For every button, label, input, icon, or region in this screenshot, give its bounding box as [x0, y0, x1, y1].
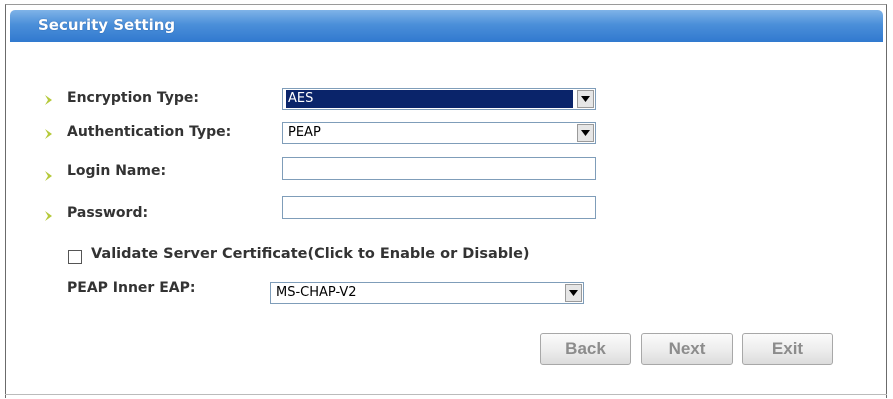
login-name-label: Login Name: — [67, 163, 167, 179]
dropdown-arrow-icon[interactable] — [577, 90, 594, 108]
dropdown-arrow-icon[interactable] — [577, 124, 594, 142]
login-name-input[interactable] — [282, 157, 596, 180]
encryption-type-value: AES — [286, 90, 573, 108]
panel-title: Security Setting — [38, 16, 176, 34]
peap-inner-eap-select[interactable]: MS-CHAP-V2 — [270, 282, 584, 304]
bullet-arrow-icon — [45, 129, 52, 139]
next-button[interactable]: Next — [641, 333, 733, 365]
peap-inner-eap-label: PEAP Inner EAP: — [67, 280, 196, 296]
bullet-arrow-icon — [45, 211, 52, 221]
authentication-type-value: PEAP — [288, 125, 321, 140]
bottom-divider — [5, 394, 887, 399]
authentication-type-label: Authentication Type: — [67, 124, 232, 140]
validate-certificate-label: Validate Server Certificate(Click to Ena… — [91, 246, 530, 262]
password-input[interactable] — [282, 196, 596, 219]
encryption-type-select[interactable]: AES — [282, 88, 596, 110]
title-bar: Security Setting — [10, 10, 883, 42]
dropdown-arrow-icon[interactable] — [565, 284, 582, 302]
password-label: Password: — [67, 205, 149, 221]
back-button[interactable]: Back — [540, 333, 631, 365]
bullet-arrow-icon — [45, 95, 52, 105]
validate-certificate-checkbox[interactable] — [68, 250, 82, 264]
authentication-type-select[interactable]: PEAP — [282, 122, 596, 144]
encryption-type-label: Encryption Type: — [67, 90, 199, 106]
peap-inner-eap-value: MS-CHAP-V2 — [276, 285, 357, 300]
bullet-arrow-icon — [45, 171, 52, 181]
exit-button[interactable]: Exit — [742, 333, 833, 365]
